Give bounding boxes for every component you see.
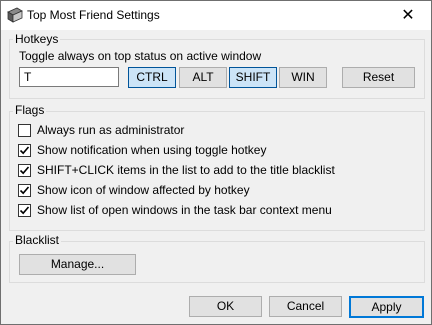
win-toggle-button[interactable]: WIN <box>279 67 327 88</box>
flag-label: Show list of open windows in the task ba… <box>37 203 332 217</box>
manage-blacklist-button[interactable]: Manage... <box>19 254 136 275</box>
checkbox-checked[interactable] <box>18 184 31 197</box>
title-bar[interactable]: Top Most Friend Settings ✕ <box>1 1 431 30</box>
shift-toggle-button[interactable]: SHIFT <box>229 67 277 88</box>
checkbox[interactable] <box>18 124 31 137</box>
hotkeys-group-label: Hotkeys <box>13 32 61 46</box>
alt-toggle-button[interactable]: ALT <box>179 67 227 88</box>
flag-label: Always run as administrator <box>37 123 185 137</box>
checkbox-checked[interactable] <box>18 204 31 217</box>
cancel-button[interactable]: Cancel <box>269 296 342 317</box>
flag-label: Show notification when using toggle hotk… <box>37 143 267 157</box>
reset-button[interactable]: Reset <box>342 67 415 88</box>
ok-button[interactable]: OK <box>189 296 262 317</box>
settings-window: Top Most Friend Settings ✕ Hotkeys Toggl… <box>0 0 432 325</box>
checkbox-checked[interactable] <box>18 144 31 157</box>
flag-label: Show icon of window affected by hotkey <box>37 183 250 197</box>
window-title: Top Most Friend Settings <box>27 8 160 22</box>
checkbox-checked[interactable] <box>18 164 31 177</box>
blacklist-group-label: Blacklist <box>13 233 62 247</box>
ctrl-toggle-button[interactable]: CTRL <box>128 67 176 88</box>
hotkey-key-input[interactable]: T <box>19 67 119 87</box>
apply-button[interactable]: Apply <box>349 296 424 318</box>
flag-label: SHIFT+CLICK items in the list to add to … <box>37 163 335 177</box>
close-icon[interactable]: ✕ <box>385 1 431 30</box>
hotkey-description: Toggle always on top status on active wi… <box>19 49 262 63</box>
flags-group-label: Flags <box>13 103 47 117</box>
app-icon <box>7 7 23 23</box>
